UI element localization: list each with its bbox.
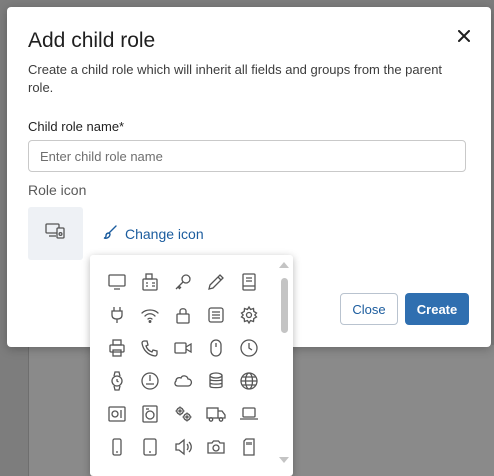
role-icon-label: Role icon [28,182,87,198]
plug-icon[interactable] [100,298,133,331]
washing-machine-icon[interactable] [133,397,166,430]
server-icon[interactable] [199,298,232,331]
phone-device-icon[interactable] [100,430,133,463]
sd-card-icon[interactable] [232,430,265,463]
role-icon-preview [28,207,83,260]
gear-icon[interactable] [232,298,265,331]
brush-icon [102,224,118,243]
laptop-icon[interactable] [232,397,265,430]
cloud-icon[interactable] [166,364,199,397]
camera-icon[interactable] [199,430,232,463]
child-role-name-label: Child role name* [28,119,125,134]
icon-picker-dropdown [90,255,293,476]
gauge-icon[interactable] [133,364,166,397]
devices-icon [44,222,67,245]
close-button[interactable]: Close [340,293,398,325]
speaker-icon[interactable] [166,430,199,463]
lock-icon[interactable] [166,298,199,331]
monitor-icon[interactable] [100,265,133,298]
mouse-icon[interactable] [199,331,232,364]
database-icon[interactable] [199,364,232,397]
dialog-title: Add child role [28,29,156,52]
printer-icon[interactable] [100,331,133,364]
truck-icon[interactable] [199,397,232,430]
tablet-icon[interactable] [133,430,166,463]
dialog-description: Create a child role which will inherit a… [28,62,443,95]
wifi-icon[interactable] [133,298,166,331]
scroll-up-arrow-icon[interactable] [279,262,289,268]
book-icon[interactable] [232,265,265,298]
gears-icon[interactable] [166,397,199,430]
video-camera-icon[interactable] [166,331,199,364]
safe-icon[interactable] [100,397,133,430]
pencil-icon[interactable] [199,265,232,298]
clock-icon[interactable] [232,331,265,364]
phone-icon[interactable] [133,331,166,364]
child-role-name-input[interactable] [28,140,466,172]
fax-icon[interactable] [133,265,166,298]
watch-icon[interactable] [100,364,133,397]
change-icon-button[interactable]: Change icon [102,224,204,243]
key-icon[interactable] [166,265,199,298]
icon-grid [100,265,265,463]
scrollbar-thumb[interactable] [281,278,288,333]
scroll-down-arrow-icon[interactable] [279,457,289,463]
change-icon-label: Change icon [125,225,204,242]
globe-icon[interactable] [232,364,265,397]
close-icon[interactable] [453,25,475,47]
create-button[interactable]: Create [405,293,469,325]
